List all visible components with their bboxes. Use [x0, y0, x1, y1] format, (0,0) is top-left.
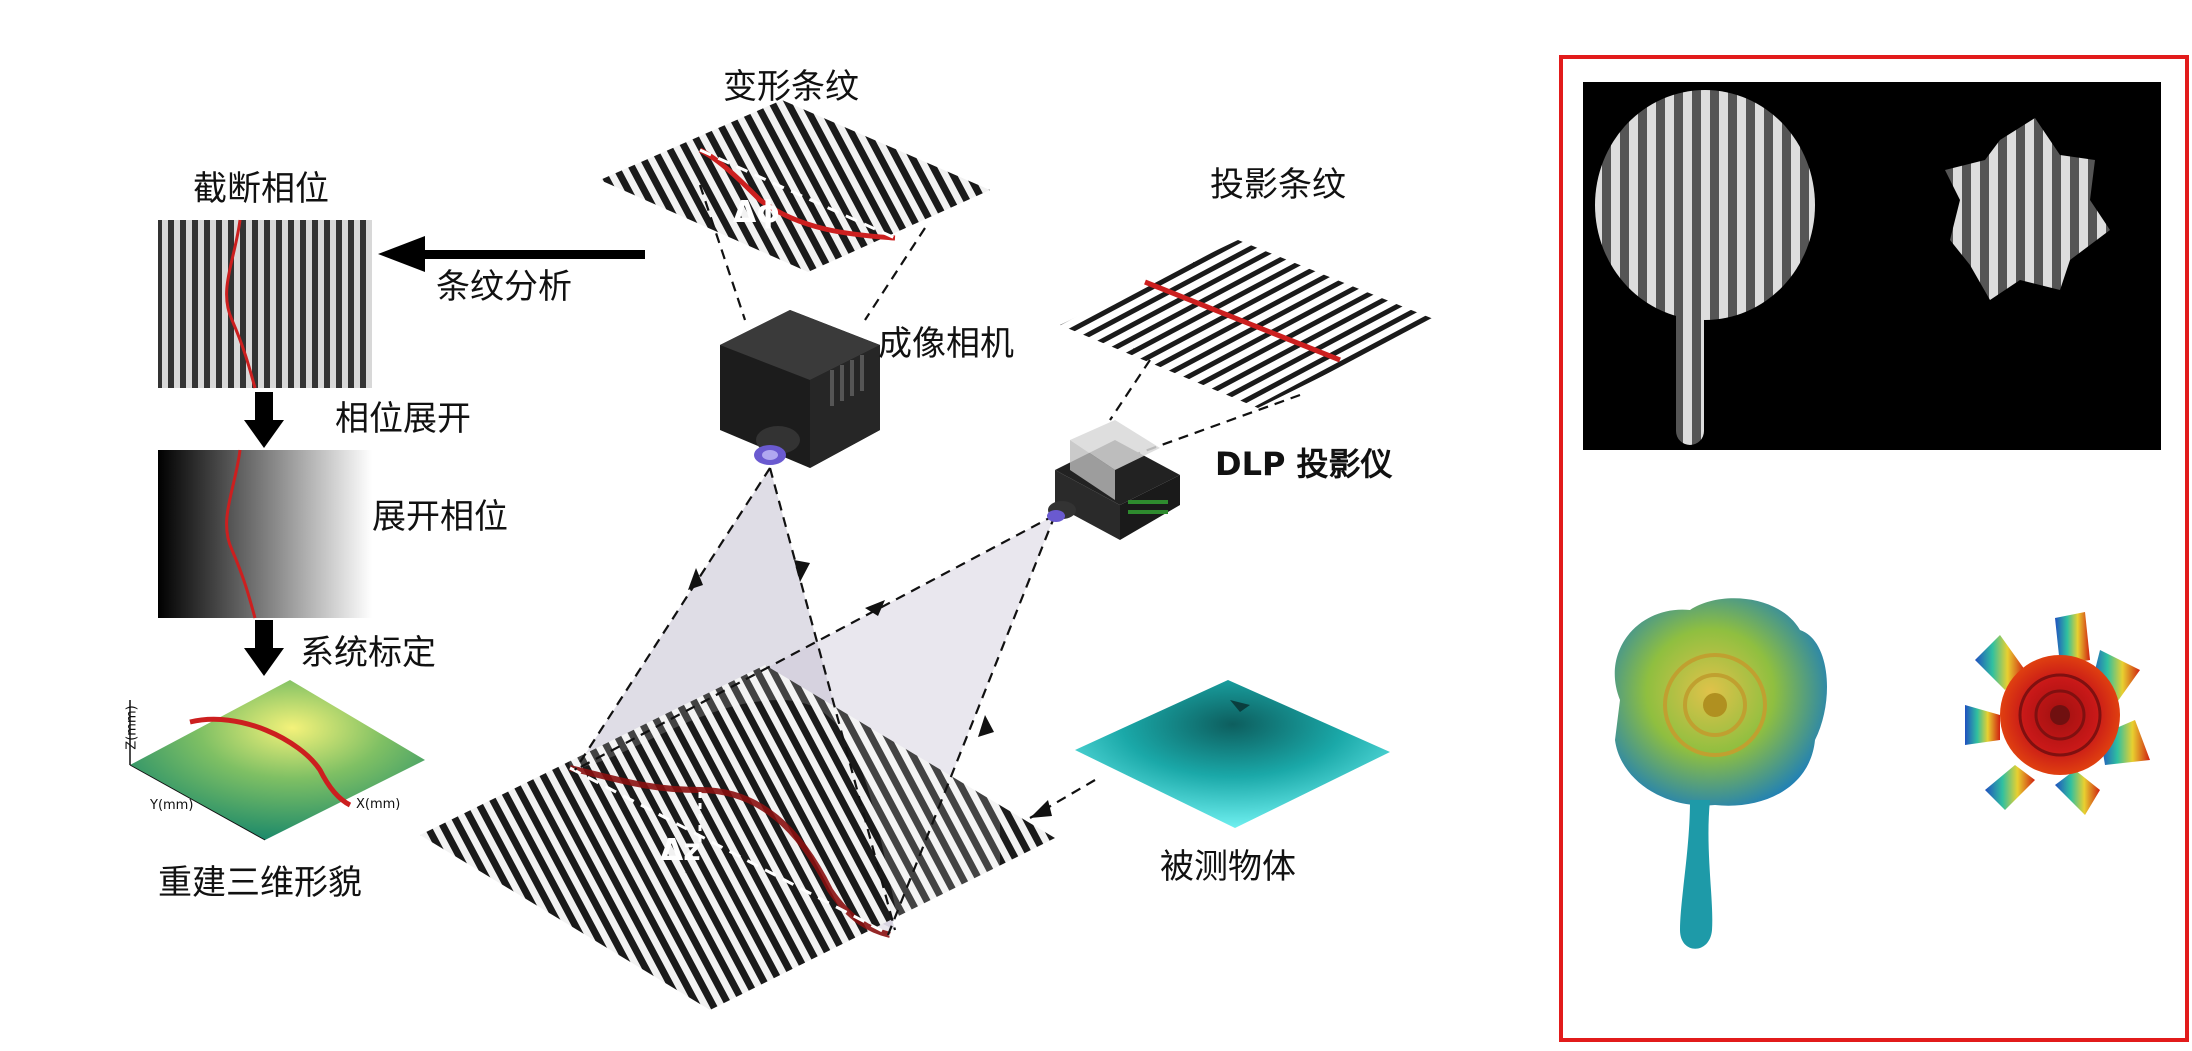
- measured-object-label: 被测物体: [1160, 847, 1296, 887]
- fan-3d-reconstruction: [1965, 612, 2150, 815]
- z-axis-label: Z(mm): [124, 705, 140, 750]
- delta-phi-label: Δϕ: [733, 195, 781, 230]
- dlp-projector-device: [1047, 420, 1180, 540]
- phase-unwrap-arrow: [244, 392, 284, 448]
- system-calibration-label: 系统标定: [300, 633, 436, 673]
- measured-object-shape: [1075, 680, 1390, 828]
- phase-unwrapping-label: 相位展开: [335, 399, 471, 439]
- reconstructed-surface: [129, 680, 425, 841]
- x-axis-label: X(mm): [356, 797, 401, 812]
- projected-fringe-label: 投影条纹: [1210, 165, 1346, 205]
- system-calibration-arrow: [244, 620, 284, 676]
- camera-device: [720, 310, 880, 468]
- delta-z-label: Δz: [660, 833, 701, 868]
- dlp-projector-label: DLP 投影仪: [1215, 445, 1393, 483]
- unwrapped-phase-image: [158, 449, 372, 619]
- wrapped-phase-image: [158, 219, 372, 389]
- rose-3d-reconstruction: [1614, 598, 1827, 949]
- camera-label: 成像相机: [878, 324, 1014, 364]
- deformed-fringe-label: 变形条纹: [723, 67, 859, 107]
- unwrapped-phase-label: 展开相位: [372, 497, 508, 537]
- fringe-analysis-label: 条纹分析: [436, 267, 572, 307]
- wrapped-phase-label: 截断相位: [193, 169, 329, 209]
- reconstruct-3d-label: 重建三维形貌: [158, 863, 362, 903]
- deformed-fringe-image: [600, 100, 990, 272]
- y-axis-label: Y(mm): [150, 798, 194, 813]
